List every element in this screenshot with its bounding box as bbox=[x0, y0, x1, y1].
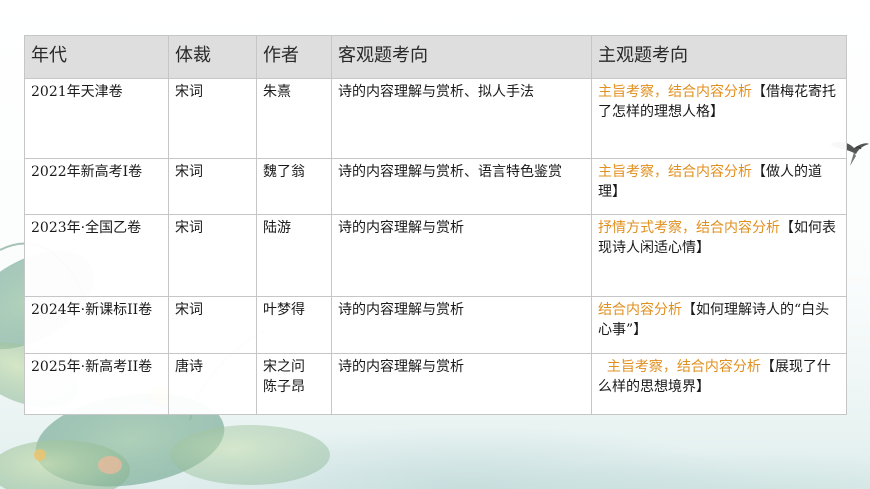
cell-author: 魏了翁 bbox=[256, 158, 332, 215]
table-row: 2022年新高考I卷 宋词 魏了翁 诗的内容理解与赏析、语言特色鉴赏 主旨考察，… bbox=[24, 158, 847, 215]
cell-genre: 宋词 bbox=[168, 214, 257, 297]
cell-author: 朱熹 bbox=[256, 78, 332, 159]
cell-objective: 诗的内容理解与赏析 bbox=[331, 214, 592, 297]
cell-genre: 宋词 bbox=[168, 296, 257, 354]
cell-year: 2022年新高考I卷 bbox=[24, 158, 169, 215]
exam-topic-table: 年代 体裁 作者 客观题考向 主观题考向 2021年天津卷 宋词 朱熹 诗的内容… bbox=[24, 35, 847, 415]
cell-author: 陆游 bbox=[256, 214, 332, 297]
cell-year: 2025年·新高考II卷 bbox=[24, 353, 169, 415]
cell-objective: 诗的内容理解与赏析 bbox=[331, 353, 592, 415]
header-year: 年代 bbox=[24, 35, 169, 79]
cell-objective: 诗的内容理解与赏析、拟人手法 bbox=[331, 78, 592, 159]
cell-year: 2021年天津卷 bbox=[24, 78, 169, 159]
cell-objective: 诗的内容理解与赏析、语言特色鉴赏 bbox=[331, 158, 592, 215]
cell-year: 2023年·全国乙卷 bbox=[24, 214, 169, 297]
subjective-highlight: 结合内容分析 bbox=[598, 302, 682, 318]
table-row: 2021年天津卷 宋词 朱熹 诗的内容理解与赏析、拟人手法 主旨考察，结合内容分… bbox=[24, 78, 847, 159]
table-row: 2023年·全国乙卷 宋词 陆游 诗的内容理解与赏析 抒情方式考察，结合内容分析… bbox=[24, 214, 847, 297]
cell-subjective: 结合内容分析【如何理解诗人的“白头心事”】 bbox=[591, 296, 847, 354]
header-subjective: 主观题考向 bbox=[591, 35, 847, 79]
cell-author: 叶梦得 bbox=[256, 296, 332, 354]
cell-genre: 宋词 bbox=[168, 78, 257, 159]
table-row: 2024年·新课标II卷 宋词 叶梦得 诗的内容理解与赏析 结合内容分析【如何理… bbox=[24, 296, 847, 354]
subjective-highlight: 主旨考察，结合内容分析 bbox=[598, 84, 752, 100]
table-row: 2025年·新高考II卷 唐诗 宋之问 陈子昂 诗的内容理解与赏析 主旨考察，结… bbox=[24, 353, 847, 415]
cell-objective: 诗的内容理解与赏析 bbox=[331, 296, 592, 354]
header-objective: 客观题考向 bbox=[331, 35, 592, 79]
subjective-highlight: 抒情方式考察，结合内容分析 bbox=[598, 220, 780, 236]
header-author: 作者 bbox=[256, 35, 332, 79]
cell-subjective: 主旨考察，结合内容分析【展现了什么样的思想境界】 bbox=[591, 353, 847, 415]
subjective-highlight: 主旨考察，结合内容分析 bbox=[598, 359, 761, 375]
cell-year: 2024年·新课标II卷 bbox=[24, 296, 169, 354]
cell-subjective: 抒情方式考察，结合内容分析【如何表现诗人闲适心情】 bbox=[591, 214, 847, 297]
subjective-highlight: 主旨考察，结合内容分析 bbox=[598, 164, 752, 180]
cell-genre: 宋词 bbox=[168, 158, 257, 215]
header-genre: 体裁 bbox=[168, 35, 257, 79]
cell-subjective: 主旨考察，结合内容分析【借梅花寄托了怎样的理想人格】 bbox=[591, 78, 847, 159]
table-header-row: 年代 体裁 作者 客观题考向 主观题考向 bbox=[24, 35, 847, 79]
cell-subjective: 主旨考察，结合内容分析【做人的道理】 bbox=[591, 158, 847, 215]
cell-author: 宋之问 陈子昂 bbox=[256, 353, 332, 415]
cell-genre: 唐诗 bbox=[168, 353, 257, 415]
